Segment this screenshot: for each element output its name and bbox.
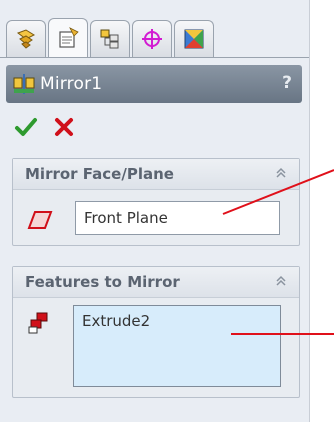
- help-button[interactable]: ?: [282, 73, 292, 93]
- feature-title-bar: Mirror1 ?: [6, 65, 302, 103]
- action-buttons: [14, 112, 76, 142]
- features-to-mirror-title: Features to Mirror: [25, 273, 180, 291]
- features-to-mirror-group: Features to Mirror Extrude2: [12, 266, 300, 398]
- feature-manager-tab[interactable]: [6, 20, 46, 57]
- cancel-button[interactable]: [52, 115, 76, 139]
- mirror-face-plane-title: Mirror Face/Plane: [25, 165, 174, 183]
- dimxpert-tab[interactable]: [132, 20, 172, 57]
- plane-icon: [27, 211, 53, 229]
- collapse-chevron-icon[interactable]: [273, 165, 289, 181]
- ok-button[interactable]: [14, 115, 38, 139]
- configuration-icon: [100, 29, 119, 49]
- tab-divider: [0, 57, 309, 58]
- property-manager-panel: Mirror1 ? Mirror Face/Plane Front Plane …: [0, 0, 310, 422]
- configuration-manager-tab[interactable]: [90, 20, 130, 57]
- features-icon: [28, 312, 48, 334]
- mirror-face-plane-header[interactable]: Mirror Face/Plane: [13, 159, 299, 190]
- feature-tree-icon: [16, 29, 36, 49]
- display-manager-icon: [184, 29, 204, 49]
- property-manager-tab[interactable]: [48, 18, 88, 57]
- features-to-mirror-list[interactable]: Extrude2: [73, 305, 281, 387]
- feature-title: Mirror1: [40, 74, 103, 94]
- mirror-face-field[interactable]: Front Plane: [75, 201, 280, 235]
- collapse-chevron-icon[interactable]: [273, 273, 289, 289]
- display-manager-tab[interactable]: [174, 20, 214, 57]
- crosshair-icon: [142, 29, 162, 49]
- mirror-face-plane-group: Mirror Face/Plane Front Plane: [12, 158, 300, 246]
- list-item[interactable]: Extrude2: [82, 312, 272, 330]
- features-to-mirror-header[interactable]: Features to Mirror: [13, 267, 299, 298]
- mirror-feature-icon: [13, 74, 35, 94]
- property-manager-icon: [59, 27, 79, 48]
